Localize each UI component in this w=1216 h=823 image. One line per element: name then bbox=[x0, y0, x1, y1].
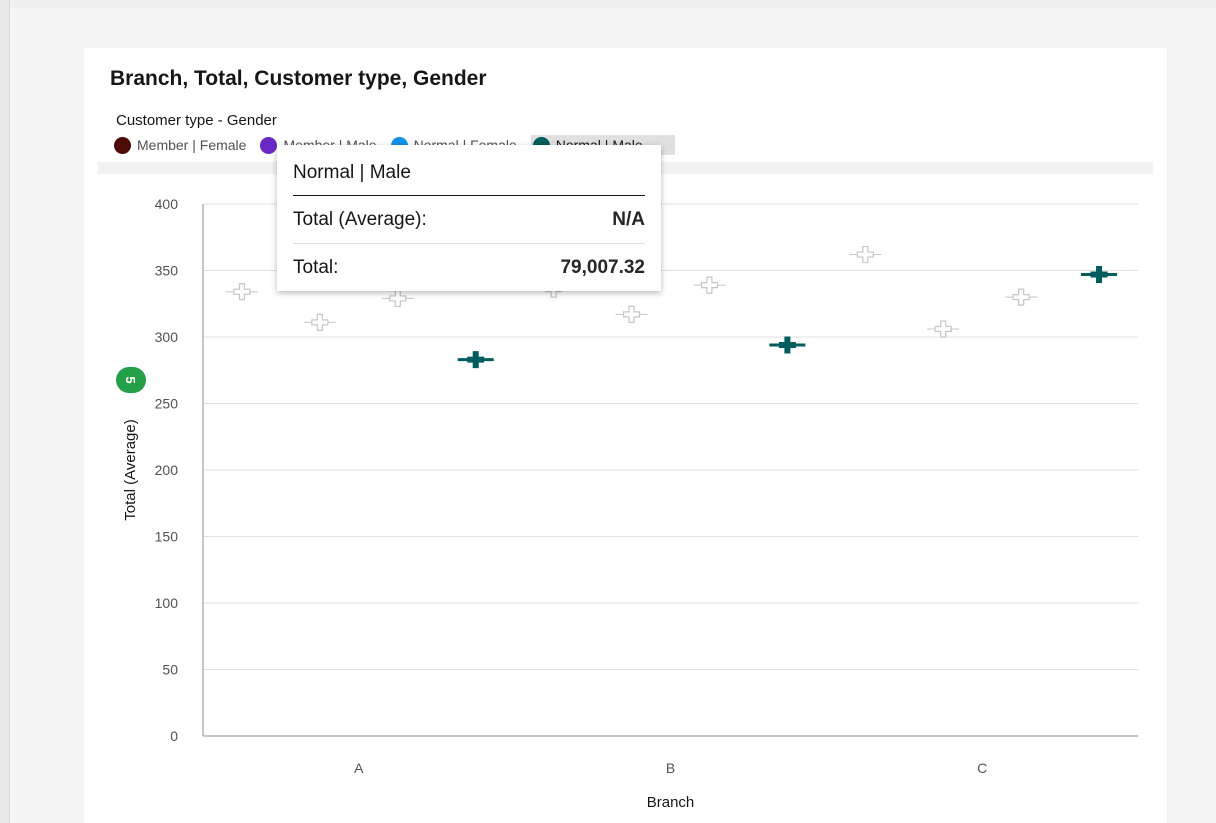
data-point-marker bbox=[389, 289, 407, 308]
y-tick-label: 300 bbox=[155, 329, 179, 345]
x-tick-label: A bbox=[354, 760, 364, 776]
top-strip bbox=[10, 0, 1216, 8]
tooltip: Normal | Male Total (Average): N/A Total… bbox=[277, 145, 661, 291]
data-point-marker bbox=[778, 336, 796, 354]
x-tick-label: B bbox=[666, 760, 675, 776]
x-axis-title: Branch bbox=[647, 794, 695, 811]
data-point-marker bbox=[1090, 265, 1108, 283]
tooltip-label: Total (Average): bbox=[293, 208, 427, 230]
y-tick-label: 200 bbox=[155, 462, 179, 478]
data-point-marker bbox=[622, 305, 641, 323]
tooltip-header: Normal | Male bbox=[293, 145, 645, 196]
y-tick-label: 350 bbox=[155, 263, 179, 279]
chart-card: Branch, Total, Customer type, Gender Cus… bbox=[84, 48, 1167, 823]
tooltip-label: Total: bbox=[293, 256, 339, 278]
tooltip-row: Total: 79,007.32 bbox=[293, 243, 645, 291]
data-point-marker bbox=[1012, 288, 1030, 306]
count-badge[interactable]: 5 bbox=[116, 367, 146, 393]
data-point-marker bbox=[934, 320, 952, 338]
x-tick-label: C bbox=[977, 760, 987, 776]
y-tick-label: 400 bbox=[155, 196, 179, 212]
tooltip-row: Total (Average): N/A bbox=[293, 196, 645, 243]
data-point-marker bbox=[233, 283, 251, 301]
tooltip-value: 79,007.32 bbox=[560, 256, 645, 278]
tooltip-value: N/A bbox=[612, 208, 645, 230]
data-point-marker bbox=[856, 245, 874, 264]
data-point-marker bbox=[311, 313, 329, 331]
left-panel-edge bbox=[0, 0, 10, 823]
y-tick-label: 0 bbox=[170, 728, 178, 744]
y-tick-label: 100 bbox=[155, 595, 179, 611]
data-point-marker bbox=[700, 276, 719, 294]
y-tick-label: 150 bbox=[155, 529, 179, 545]
y-tick-label: 50 bbox=[162, 662, 178, 678]
data-point-marker bbox=[467, 351, 485, 369]
y-tick-label: 250 bbox=[155, 396, 179, 412]
y-axis-title: Total (Average) bbox=[122, 419, 139, 520]
